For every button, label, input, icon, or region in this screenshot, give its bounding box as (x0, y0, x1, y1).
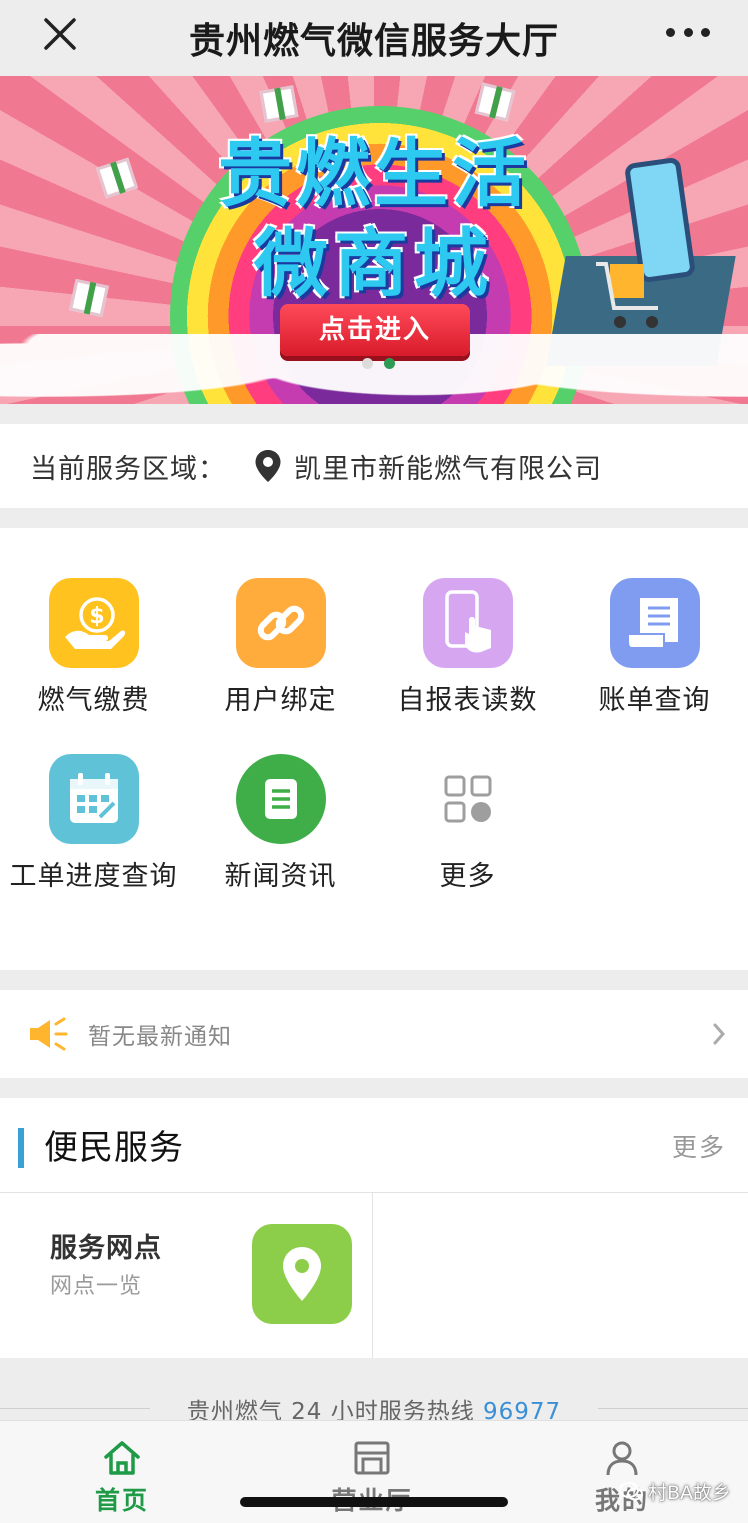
service-grid: $ 燃气缴费 用户绑定 自报表读数 账单查询 工单进度查询 新闻资讯 更多 (0, 528, 748, 970)
receipt-icon (609, 578, 700, 668)
service-gas-payment[interactable]: $ 燃气缴费 (0, 578, 187, 717)
home-icon (104, 1441, 140, 1475)
watermark-logo (619, 1482, 643, 1501)
enter-button[interactable]: 点击进入 (280, 304, 470, 356)
service-work-order-progress[interactable]: 工单进度查询 (0, 754, 187, 893)
user-icon (606, 1441, 638, 1476)
location-pin-icon (255, 450, 281, 482)
service-bill-query[interactable]: 账单查询 (561, 578, 748, 717)
coin-hand-icon: $ (48, 578, 139, 668)
promo-banner[interactable]: 贵燃生活 微商城 点击进入 (0, 76, 748, 404)
speaker-icon (30, 1017, 68, 1051)
card-subtitle: 网点一览 (50, 1274, 143, 1299)
close-icon[interactable] (40, 14, 80, 54)
page-title: 贵州燃气微信服务大厅 (188, 21, 559, 62)
chevron-right-icon[interactable] (712, 1022, 726, 1046)
news-icon (235, 754, 326, 844)
nav-home[interactable]: 首页 (62, 1439, 182, 1517)
more-grid-icon (423, 754, 513, 844)
home-indicator (240, 1497, 508, 1507)
notice-bar[interactable]: 暂无最新通知 (0, 990, 748, 1078)
service-news[interactable]: 新闻资讯 (187, 754, 374, 893)
service-self-meter-reading[interactable]: 自报表读数 (374, 578, 561, 717)
phone-touch-icon (422, 578, 513, 668)
link-icon (235, 578, 326, 668)
service-region[interactable]: 当前服务区域： 凯里市新能燃气有限公司 (0, 424, 748, 508)
divider (0, 1192, 748, 1193)
service-label: 更多 (439, 861, 496, 892)
more-link[interactable]: 更多 (672, 1128, 726, 1164)
service-user-binding[interactable]: 用户绑定 (187, 578, 374, 717)
banner-subheadline: 微商城 (254, 221, 494, 307)
region-value: 凯里市新能燃气有限公司 (294, 453, 602, 485)
service-label: 用户绑定 (224, 685, 337, 716)
service-label: 自报表读数 (397, 685, 538, 716)
section-accent-bar (18, 1128, 24, 1168)
top-bar: 贵州燃气微信服务大厅 (0, 0, 748, 76)
map-pin-icon (252, 1224, 352, 1324)
card-title: 服务网点 (50, 1233, 162, 1264)
svg-text:$: $ (89, 604, 104, 629)
more-menu-icon[interactable] (666, 22, 710, 42)
region-label: 当前服务区域： (30, 453, 226, 485)
bottom-nav: 首页 营业厅 我的 (0, 1420, 748, 1523)
divider (372, 1192, 373, 1358)
service-label: 新闻资讯 (224, 861, 337, 892)
store-icon (354, 1441, 390, 1475)
convenience-services: 便民服务 更多 服务网点 网点一览 (0, 1098, 748, 1358)
service-label: 工单进度查询 (9, 861, 178, 892)
service-more[interactable]: 更多 (374, 754, 561, 893)
section-title: 便民服务 (44, 1128, 184, 1168)
carousel-dot[interactable] (362, 358, 373, 369)
calendar-icon (48, 754, 139, 844)
watermark-text: 村BA故乡 (648, 1482, 732, 1504)
notice-text: 暂无最新通知 (88, 1024, 232, 1050)
carousel-dot-active[interactable] (384, 358, 395, 369)
service-label: 账单查询 (598, 685, 711, 716)
nav-label: 首页 (94, 1486, 149, 1515)
service-label: 燃气缴费 (37, 685, 150, 716)
